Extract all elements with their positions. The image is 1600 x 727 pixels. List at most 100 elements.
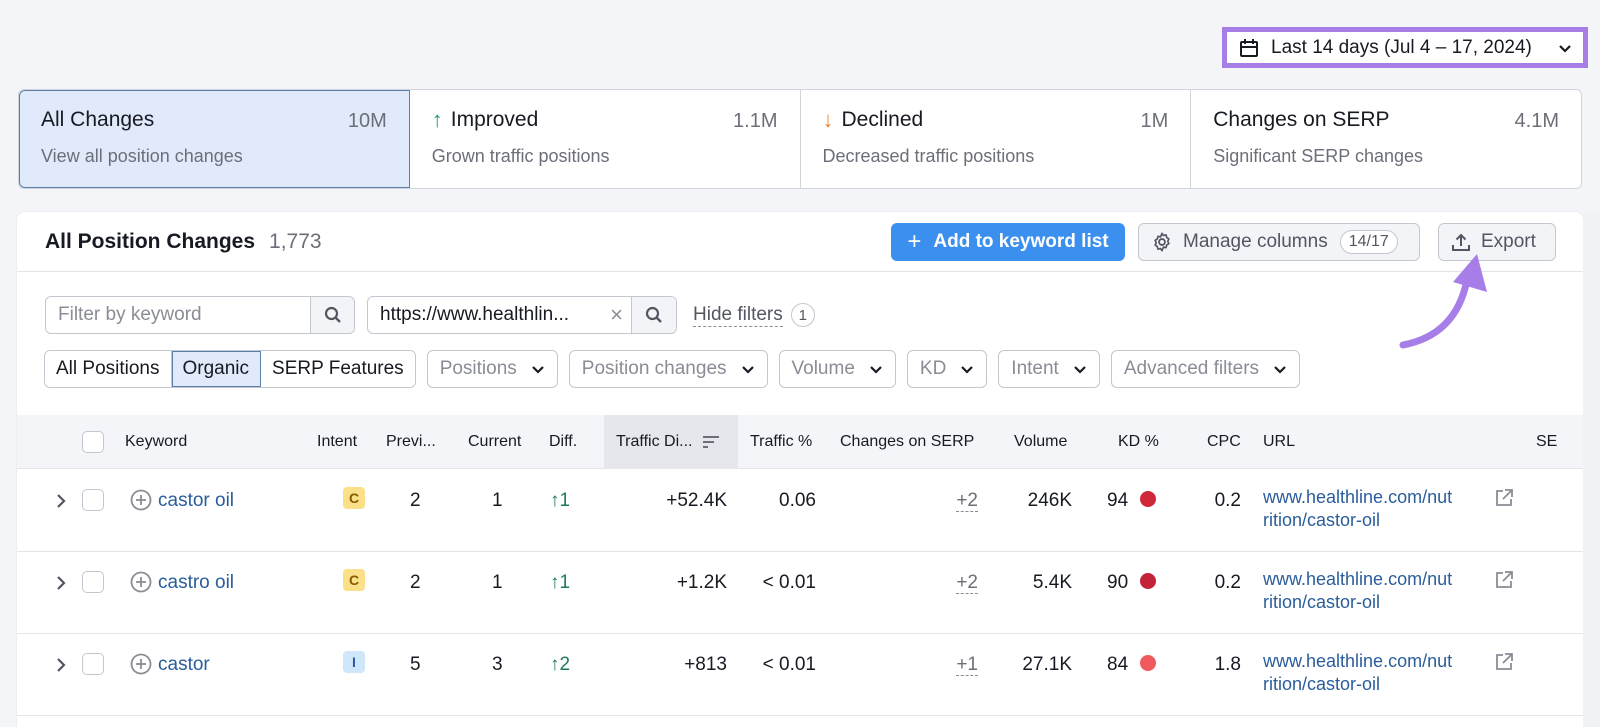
keyword-filter-input[interactable]	[46, 297, 310, 333]
dropdown-label: Advanced filters	[1123, 358, 1260, 379]
expand-chevron-icon[interactable]	[55, 575, 67, 591]
chevron-down-icon	[961, 366, 974, 374]
add-keyword-icon[interactable]	[130, 653, 152, 675]
url-search-button[interactable]	[631, 297, 676, 333]
column-kd[interactable]: KD %	[1118, 415, 1159, 469]
previous-position: 2	[410, 490, 421, 511]
select-all-checkbox[interactable]	[82, 415, 104, 469]
row-checkbox[interactable]	[82, 489, 104, 511]
date-range-selector[interactable]: Last 14 days (Jul 4 – 17, 2024)	[1222, 27, 1588, 68]
dropdown-label: Volume	[791, 358, 855, 379]
url-link[interactable]: www.healthline.com/nut rition/castor-oil	[1263, 486, 1497, 532]
scrollbar-track[interactable]	[1583, 212, 1600, 727]
column-url[interactable]: URL	[1263, 415, 1295, 469]
url-filter-input[interactable]	[368, 297, 602, 333]
keyword-link[interactable]: castro oil	[158, 572, 234, 594]
volume-dropdown[interactable]: Volume	[778, 350, 896, 388]
add-to-keyword-list-button[interactable]: + Add to keyword list	[891, 223, 1125, 261]
column-changes-on-serp[interactable]: Changes on SERP	[840, 415, 974, 469]
traffic-diff: +1.2K	[676, 572, 727, 593]
kd-dropdown[interactable]: KD	[906, 350, 988, 388]
expand-chevron-icon[interactable]	[55, 657, 67, 673]
clear-icon[interactable]: ×	[602, 297, 631, 333]
previous-position: 5	[410, 654, 421, 675]
column-traffic-diff[interactable]: Traffic Di...	[604, 415, 738, 469]
positions-dropdown[interactable]: Positions	[426, 350, 558, 388]
column-current[interactable]: Current	[468, 415, 521, 469]
column-volume[interactable]: Volume	[1014, 415, 1067, 469]
tab-declined[interactable]: ↓ Declined 1M Decreased traffic positions	[801, 90, 1192, 188]
segment-organic[interactable]: Organic	[171, 351, 262, 387]
current-position: 3	[492, 654, 503, 675]
column-diff[interactable]: Diff.	[549, 415, 577, 469]
keyword-filter-group	[45, 296, 355, 334]
dropdown-label: Positions	[439, 358, 517, 379]
column-traffic-pct[interactable]: Traffic %	[750, 415, 812, 469]
intent-badge: C	[343, 569, 365, 591]
segment-all-positions[interactable]: All Positions	[45, 351, 172, 387]
expand-chevron-icon[interactable]	[55, 493, 67, 509]
serp-changes-link[interactable]: +2	[956, 572, 978, 594]
external-link-icon[interactable]	[1494, 488, 1514, 508]
tab-count: 10M	[347, 110, 387, 132]
table-row: castor oil C 2 1 ↑1 +52.4K 0.06 +2 246K …	[17, 470, 1583, 552]
column-cpc[interactable]: CPC	[1207, 415, 1241, 469]
kd-number: 84	[1107, 654, 1129, 675]
keyword-search-button[interactable]	[310, 297, 354, 333]
row-checkbox[interactable]	[82, 653, 104, 675]
url-filter-group: ×	[367, 296, 677, 334]
kd-value: 90	[1107, 572, 1157, 594]
serp-changes-link[interactable]: +2	[956, 490, 978, 512]
keyword-link[interactable]: castor	[158, 654, 210, 676]
active-filters-badge: 1	[790, 303, 815, 327]
panel-count: 1,773	[269, 229, 322, 253]
search-icon	[324, 306, 341, 323]
gear-icon	[1154, 232, 1170, 252]
advanced-filters-dropdown[interactable]: Advanced filters	[1110, 350, 1301, 388]
date-range-label: Last 14 days (Jul 4 – 17, 2024)	[1271, 36, 1532, 58]
calendar-icon	[1240, 38, 1258, 57]
kd-value: 84	[1107, 654, 1157, 676]
column-keyword[interactable]: Keyword	[125, 415, 187, 469]
add-keyword-icon[interactable]	[130, 571, 152, 593]
sort-icon	[703, 436, 720, 448]
chevron-down-icon	[870, 366, 882, 374]
table-row: castor I 5 3 ↑2 +813 < 0.01 +1 27.1K 84 …	[17, 634, 1583, 716]
row-checkbox[interactable]	[82, 571, 104, 593]
tab-title: Improved	[450, 108, 539, 131]
tab-count: 4.1M	[1514, 110, 1559, 132]
column-serp[interactable]: SE	[1536, 415, 1557, 469]
position-changes-dropdown[interactable]: Position changes	[568, 350, 768, 388]
current-position: 1	[492, 490, 503, 511]
kd-difficulty-dot	[1140, 491, 1157, 507]
panel-header: All Position Changes 1,773 + Add to keyw…	[17, 212, 1583, 272]
hide-filters-link[interactable]: Hide filters	[693, 304, 783, 327]
column-intent[interactable]: Intent	[317, 415, 357, 469]
intent-badge: I	[343, 651, 365, 673]
kd-difficulty-dot	[1140, 573, 1157, 589]
url-link[interactable]: www.healthline.com/nut rition/castor-oil	[1263, 650, 1497, 696]
position-diff: ↑1	[550, 490, 571, 511]
chevron-down-icon	[1074, 366, 1086, 374]
external-link-icon[interactable]	[1494, 570, 1514, 590]
external-link-icon[interactable]	[1494, 652, 1514, 672]
column-label: Traffic Di...	[616, 433, 693, 450]
serp-changes-link[interactable]: +1	[956, 654, 978, 676]
search-icon	[645, 306, 662, 323]
tab-subtitle: Significant SERP changes	[1213, 146, 1424, 166]
keyword-link[interactable]: castor oil	[158, 490, 234, 512]
position-diff: ↑1	[550, 572, 571, 593]
manage-columns-label: Manage columns	[1183, 231, 1328, 252]
volume: 246K	[1027, 490, 1072, 511]
url-link[interactable]: www.healthline.com/nut rition/castor-oil	[1263, 568, 1497, 614]
chevron-down-icon	[1274, 366, 1286, 374]
traffic-diff: +52.4K	[666, 490, 727, 511]
intent-dropdown[interactable]: Intent	[998, 350, 1100, 388]
tab-all-changes[interactable]: All Changes 10M View all position change…	[19, 90, 410, 188]
tab-improved[interactable]: ↑ Improved 1.1M Grown traffic positions	[410, 90, 801, 188]
segment-serp-features[interactable]: SERP Features	[261, 351, 415, 387]
column-previous[interactable]: Previ...	[386, 415, 436, 469]
tab-changes-on-serp[interactable]: Changes on SERP 4.1M Significant SERP ch…	[1191, 90, 1581, 188]
add-keyword-icon[interactable]	[130, 489, 152, 511]
manage-columns-button[interactable]: Manage columns 14/17	[1138, 223, 1420, 261]
